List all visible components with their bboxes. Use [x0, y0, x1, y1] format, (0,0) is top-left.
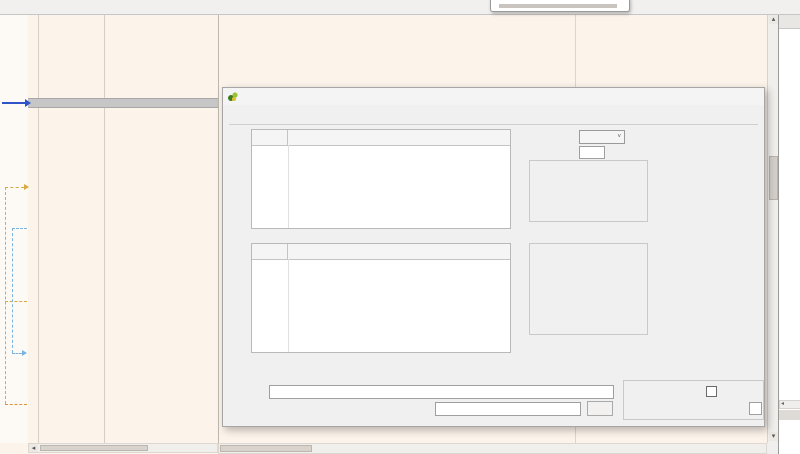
pane-divider[interactable] — [218, 14, 219, 443]
chevron-down-icon: ˅ — [617, 134, 621, 140]
jump-arrow — [24, 184, 29, 190]
debugger-window: ◂ ▴ ▾ ◂ — [0, 0, 800, 454]
jump-line-gold — [5, 301, 27, 302]
scroll-thumb[interactable] — [769, 156, 778, 200]
dialog-icon — [227, 90, 239, 108]
col-seq[interactable] — [252, 244, 288, 259]
col-content[interactable] — [288, 244, 510, 259]
reply-table[interactable] — [251, 243, 511, 353]
bot-config-dialog[interactable]: ˅ — [222, 87, 765, 427]
register-panel-header — [779, 14, 800, 29]
minimize-button[interactable] — [704, 89, 720, 103]
left-hscrollbar[interactable]: ◂ — [28, 443, 218, 453]
table-header — [252, 130, 510, 146]
col-content[interactable] — [288, 130, 510, 145]
dialog-tabbar — [229, 107, 758, 125]
scroll-thumb[interactable] — [40, 445, 148, 451]
disasm-vscrollbar[interactable]: ▴ ▾ — [767, 14, 778, 443]
table-col-divider — [288, 145, 289, 228]
text-tip-input[interactable] — [269, 385, 614, 399]
brush-group-box — [623, 380, 764, 420]
scroll-down-arrow[interactable]: ▾ — [769, 432, 778, 441]
register-hscrollbar[interactable]: ◂ — [779, 400, 800, 409]
scroll-up-arrow[interactable]: ▴ — [769, 15, 778, 24]
toolbar — [0, 0, 800, 15]
tooltip-text-blur — [499, 4, 617, 8]
jump-line-blue — [12, 228, 27, 229]
jump-arrow — [22, 350, 27, 356]
shout-options-group — [529, 160, 648, 222]
scroll-thumb[interactable] — [220, 445, 312, 452]
maximize-button[interactable] — [724, 89, 740, 103]
machine-code-input[interactable] — [435, 402, 581, 416]
main-hscrollbar[interactable] — [218, 443, 767, 454]
copy-button[interactable] — [587, 401, 613, 416]
jump-line-gold — [5, 187, 24, 188]
single-run-checkbox[interactable] — [706, 386, 721, 397]
args-convention-label[interactable] — [779, 410, 800, 420]
channel-dropdown[interactable]: ˅ — [579, 130, 625, 144]
shout-table[interactable] — [251, 129, 511, 229]
jump-line-gold — [5, 187, 6, 404]
skip-input[interactable] — [749, 402, 762, 415]
close-button[interactable] — [744, 89, 760, 103]
jump-line-orange — [5, 404, 27, 405]
jump-line-blue — [12, 228, 13, 353]
column-divider — [38, 14, 39, 443]
register-panel[interactable]: ◂ — [778, 14, 800, 454]
table-col-divider — [288, 259, 289, 352]
jump-line-blue — [12, 353, 22, 354]
reply-options-group — [529, 243, 648, 335]
checkbox-icon[interactable] — [706, 386, 717, 397]
col-seq[interactable] — [252, 130, 288, 145]
tooltip — [490, 0, 630, 12]
selected-row-highlight — [28, 98, 218, 108]
interval-input[interactable] — [579, 146, 605, 159]
table-header — [252, 244, 510, 260]
scroll-left-arrow[interactable]: ◂ — [29, 444, 38, 452]
instruction-pointer-arrow — [2, 102, 26, 104]
column-divider — [104, 14, 105, 443]
dialog-titlebar[interactable] — [223, 88, 764, 105]
